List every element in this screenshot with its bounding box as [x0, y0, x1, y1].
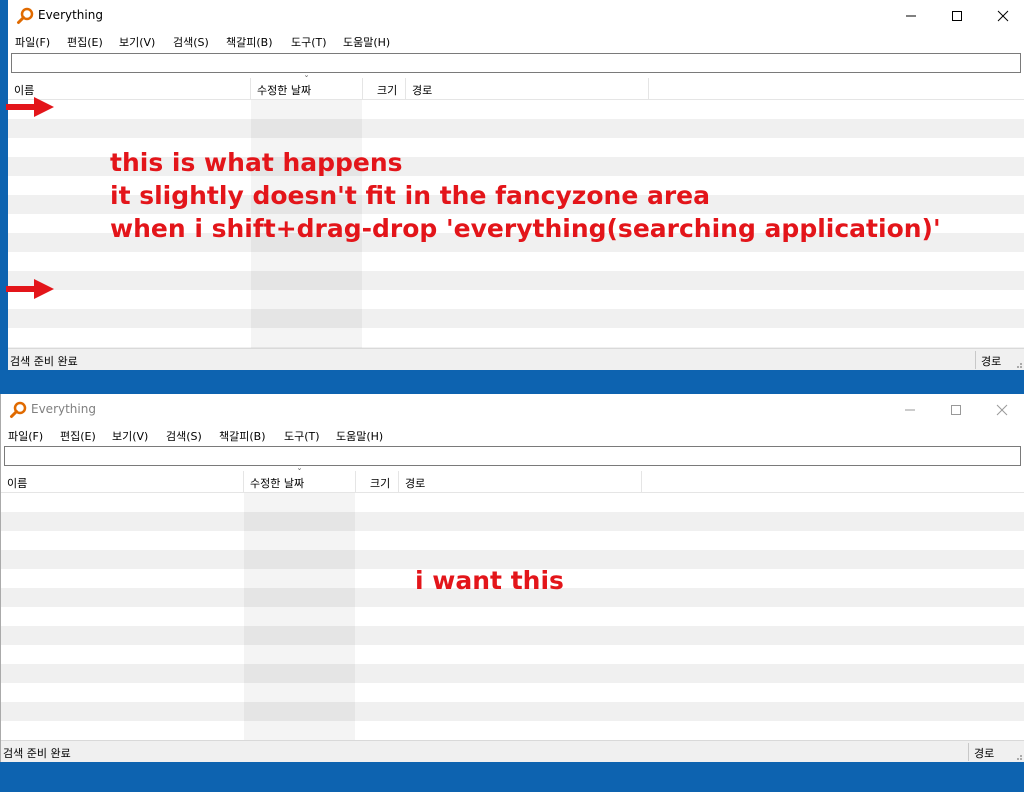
- column-separator[interactable]: [243, 471, 244, 493]
- column-path[interactable]: 경로: [412, 82, 432, 98]
- menu-tools[interactable]: 도구(T): [284, 428, 320, 444]
- column-separator[interactable]: [250, 78, 251, 100]
- menu-view[interactable]: 보기(V): [112, 428, 148, 444]
- close-icon: [996, 404, 1008, 416]
- status-separator: [975, 351, 976, 369]
- status-bar: 검색 준비 완료 경로: [8, 348, 1024, 370]
- column-header: 이름 수정한 날짜 ˇ 크기 경로: [8, 75, 1024, 100]
- list-item[interactable]: [8, 100, 1024, 119]
- status-text: 검색 준비 완료: [10, 355, 78, 368]
- list-item[interactable]: [1, 607, 1024, 626]
- menu-bookmarks[interactable]: 책갈피(B): [219, 428, 266, 444]
- list-item[interactable]: [8, 252, 1024, 271]
- list-item[interactable]: [1, 626, 1024, 645]
- maximize-icon: [951, 405, 961, 415]
- annotation-line-2: it slightly doesn't fit in the fancyzone…: [110, 181, 710, 210]
- column-size[interactable]: 크기: [370, 475, 390, 491]
- magnifier-app-icon: [17, 7, 34, 24]
- minimize-icon: [906, 15, 916, 17]
- menu-help[interactable]: 도움말(H): [336, 428, 383, 444]
- menu-file[interactable]: 파일(F): [15, 34, 50, 50]
- sort-caret-icon: ˇ: [297, 468, 302, 479]
- list-item[interactable]: [8, 309, 1024, 328]
- menu-search[interactable]: 검색(S): [173, 34, 209, 50]
- column-separator[interactable]: [648, 78, 649, 100]
- maximize-button[interactable]: [934, 0, 980, 31]
- magnifier-app-icon: [10, 401, 27, 418]
- column-separator[interactable]: [641, 471, 642, 493]
- menu-edit[interactable]: 편집(E): [60, 428, 96, 444]
- list-item[interactable]: [1, 512, 1024, 531]
- list-item[interactable]: [1, 683, 1024, 702]
- list-item[interactable]: [1, 493, 1024, 512]
- resize-grip-icon[interactable]: [1014, 752, 1022, 760]
- status-separator: [968, 743, 969, 761]
- title-bar[interactable]: Everything: [8, 0, 1024, 31]
- window-title: Everything: [31, 402, 96, 416]
- annotation-line-3: when i shift+drag-drop 'everything(searc…: [110, 214, 941, 243]
- red-arrow-icon: [6, 279, 54, 299]
- column-name[interactable]: 이름: [14, 82, 34, 98]
- minimize-icon: [905, 409, 915, 411]
- menu-edit[interactable]: 편집(E): [67, 34, 103, 50]
- menu-help[interactable]: 도움말(H): [343, 34, 390, 50]
- annotation-want: i want this: [415, 566, 564, 595]
- list-item[interactable]: [8, 328, 1024, 347]
- window-title: Everything: [38, 8, 103, 22]
- search-input[interactable]: [11, 53, 1021, 73]
- status-text: 검색 준비 완료: [3, 747, 71, 760]
- close-icon: [997, 10, 1009, 22]
- column-path[interactable]: 경로: [405, 475, 425, 491]
- list-item[interactable]: [8, 271, 1024, 290]
- column-header: 이름 수정한 날짜 ˇ 크기 경로: [1, 468, 1024, 493]
- results-list[interactable]: [1, 493, 1024, 740]
- minimize-button[interactable]: [887, 394, 933, 425]
- status-bar: 검색 준비 완료 경로: [1, 740, 1024, 762]
- status-path-label: 경로: [974, 747, 995, 760]
- minimize-button[interactable]: [888, 0, 934, 31]
- menu-bar: 파일(F) 편집(E) 보기(V) 검색(S) 책갈피(B) 도구(T) 도움말…: [1, 425, 1024, 445]
- red-arrow-icon: [6, 97, 54, 117]
- column-modified[interactable]: 수정한 날짜: [250, 475, 304, 491]
- menu-tools[interactable]: 도구(T): [291, 34, 327, 50]
- menu-search[interactable]: 검색(S): [166, 428, 202, 444]
- column-modified[interactable]: 수정한 날짜: [257, 82, 311, 98]
- list-item[interactable]: [1, 645, 1024, 664]
- menu-view[interactable]: 보기(V): [119, 34, 155, 50]
- close-button[interactable]: [979, 394, 1024, 425]
- list-item[interactable]: [1, 531, 1024, 550]
- annotation-line-1: this is what happens: [110, 148, 403, 177]
- list-item[interactable]: [1, 702, 1024, 721]
- sort-caret-icon: ˇ: [304, 75, 309, 86]
- list-item[interactable]: [1, 721, 1024, 740]
- status-path-label: 경로: [981, 355, 1002, 368]
- column-size[interactable]: 크기: [377, 82, 397, 98]
- search-input[interactable]: [4, 446, 1021, 466]
- menu-file[interactable]: 파일(F): [8, 428, 43, 444]
- close-button[interactable]: [980, 0, 1024, 31]
- list-item[interactable]: [8, 119, 1024, 138]
- column-separator[interactable]: [362, 78, 363, 100]
- menu-bar: 파일(F) 편집(E) 보기(V) 검색(S) 책갈피(B) 도구(T) 도움말…: [8, 31, 1024, 51]
- column-separator[interactable]: [405, 78, 406, 100]
- list-item[interactable]: [1, 664, 1024, 683]
- list-item[interactable]: [8, 290, 1024, 309]
- column-separator[interactable]: [355, 471, 356, 493]
- title-bar[interactable]: Everything: [1, 394, 1024, 425]
- menu-bookmarks[interactable]: 책갈피(B): [226, 34, 273, 50]
- column-name[interactable]: 이름: [7, 475, 27, 491]
- column-separator[interactable]: [398, 471, 399, 493]
- resize-grip-icon[interactable]: [1014, 360, 1022, 368]
- maximize-icon: [952, 11, 962, 21]
- sorted-column-shade: [244, 493, 355, 740]
- maximize-button[interactable]: [933, 394, 979, 425]
